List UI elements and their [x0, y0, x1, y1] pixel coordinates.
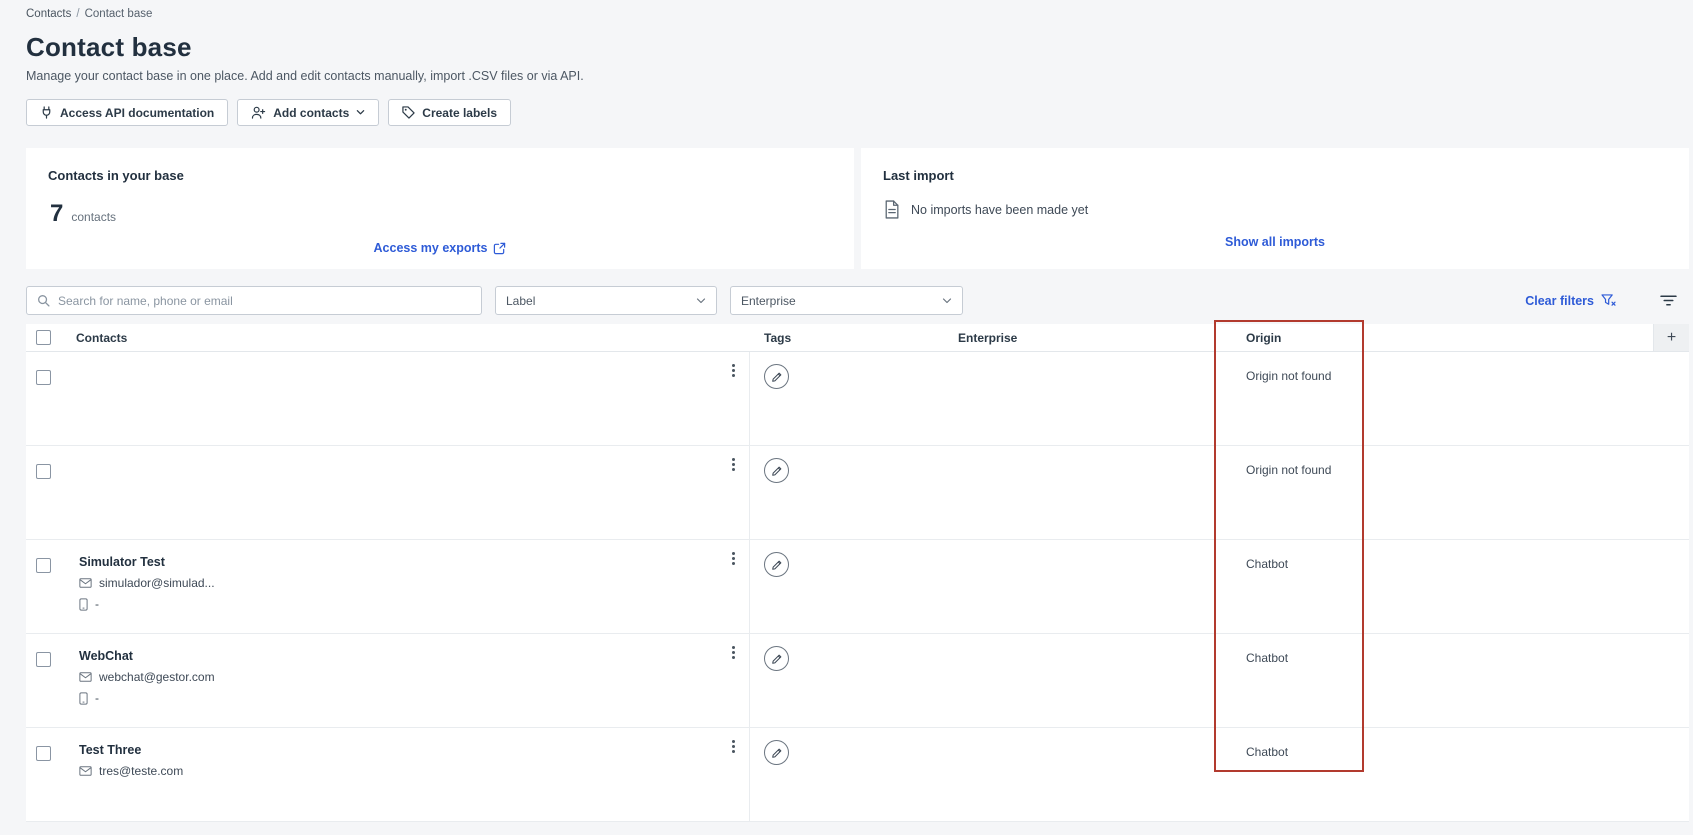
contact-base-page: Contacts / Contact base Contact base Man…: [0, 0, 1693, 822]
search-input[interactable]: [58, 293, 471, 308]
chevron-down-icon: [356, 108, 365, 117]
api-plug-icon: [40, 106, 53, 119]
contact-name: Test Three: [79, 743, 142, 757]
add-contact-icon: [251, 106, 266, 119]
row-menu-button[interactable]: [728, 642, 739, 663]
row-menu-button[interactable]: [728, 736, 739, 757]
contact-phone: -: [95, 691, 99, 705]
table-row: Test Three tres@teste.com Chatbot: [26, 728, 1689, 822]
enterprise-filter-select[interactable]: Enterprise: [730, 286, 963, 315]
contact-name: WebChat: [79, 649, 133, 663]
clear-filter-funnel-icon: [1601, 294, 1616, 307]
access-api-documentation-button[interactable]: Access API documentation: [26, 99, 229, 126]
breadcrumb-contact-base: Contact base: [84, 8, 153, 20]
column-header-enterprise: Enterprise: [958, 330, 1018, 345]
create-labels-button[interactable]: Create labels: [388, 99, 511, 126]
pencil-icon: [771, 560, 781, 570]
page-subtitle: Manage your contact base in one place. A…: [26, 69, 584, 83]
contact-phone: -: [95, 597, 99, 611]
row-checkbox[interactable]: [36, 464, 51, 479]
add-contacts-button[interactable]: Add contacts: [237, 99, 380, 126]
breadcrumb-contacts[interactable]: Contacts: [26, 8, 71, 20]
toolbar: Access API documentation Add contacts Cr…: [26, 99, 1689, 126]
row-checkbox[interactable]: [36, 558, 51, 573]
contact-email: tres@teste.com: [99, 764, 184, 778]
filter-bar: Label Enterprise Clear filters: [26, 286, 1689, 315]
filter-list-icon: [1660, 295, 1677, 306]
email-icon: [79, 766, 92, 776]
phone-icon: [79, 597, 88, 611]
phone-icon: [79, 691, 88, 705]
no-imports-message: No imports have been made yet: [911, 202, 1089, 217]
pencil-icon: [771, 748, 781, 758]
contacts-count-unit: contacts: [71, 210, 117, 224]
row-menu-button[interactable]: [728, 548, 739, 569]
contact-name: Simulator Test: [79, 555, 165, 569]
origin-cell: Origin not found: [1246, 463, 1332, 477]
document-icon: [883, 200, 900, 219]
table-row: Simulator Test simulador@simulad... - Ch…: [26, 540, 1689, 634]
origin-cell: Chatbot: [1246, 745, 1289, 759]
table-header-row: Contacts Tags Enterprise Origin +: [26, 324, 1689, 352]
row-menu-button[interactable]: [728, 360, 739, 381]
page-title: Contact base: [26, 32, 192, 62]
email-icon: [79, 672, 92, 682]
pencil-icon: [771, 466, 781, 476]
edit-tags-button[interactable]: [764, 552, 789, 577]
column-header-tags: Tags: [764, 330, 792, 345]
show-all-imports-link[interactable]: Show all imports: [883, 235, 1667, 249]
origin-cell: Chatbot: [1246, 557, 1289, 571]
contacts-in-base-card: Contacts in your base 7 contacts Access …: [26, 148, 854, 269]
contact-email: simulador@simulad...: [99, 576, 215, 590]
row-menu-button[interactable]: [728, 454, 739, 475]
chevron-down-icon: [942, 296, 952, 306]
column-header-contacts: Contacts: [76, 330, 128, 345]
edit-tags-button[interactable]: [764, 740, 789, 765]
origin-cell: Chatbot: [1246, 651, 1289, 665]
row-checkbox[interactable]: [36, 652, 51, 667]
table-row: WebChat webchat@gestor.com - Chatbot: [26, 634, 1689, 728]
search-box: [26, 286, 482, 315]
contacts-count: 7: [50, 200, 64, 227]
chevron-down-icon: [696, 296, 706, 306]
table-row: Origin not found: [26, 352, 1689, 446]
column-header-origin: Origin: [1246, 330, 1282, 345]
filter-list-button[interactable]: [1660, 294, 1677, 307]
edit-tags-button[interactable]: [764, 646, 789, 671]
row-checkbox[interactable]: [36, 370, 51, 385]
clear-filters-button[interactable]: Clear filters: [1525, 294, 1616, 308]
breadcrumb: Contacts / Contact base: [26, 8, 1689, 20]
table-row: Origin not found: [26, 446, 1689, 540]
select-all-checkbox[interactable]: [36, 330, 51, 345]
origin-cell: Origin not found: [1246, 369, 1332, 383]
tag-icon: [402, 106, 415, 119]
label-filter-select[interactable]: Label: [495, 286, 717, 315]
export-icon: [493, 242, 506, 255]
contact-email: webchat@gestor.com: [99, 670, 215, 684]
last-import-title: Last import: [883, 168, 954, 183]
last-import-card: Last import No imports have been made ye…: [861, 148, 1689, 269]
contacts-card-title: Contacts in your base: [48, 168, 184, 183]
search-icon: [37, 294, 50, 307]
edit-tags-button[interactable]: [764, 364, 789, 389]
breadcrumb-separator: /: [76, 8, 80, 20]
summary-cards: Contacts in your base 7 contacts Access …: [26, 148, 1689, 269]
add-column-button[interactable]: +: [1653, 324, 1689, 351]
email-icon: [79, 578, 92, 588]
pencil-icon: [771, 372, 781, 382]
access-my-exports-link[interactable]: Access my exports: [48, 241, 832, 255]
row-checkbox[interactable]: [36, 746, 51, 761]
contacts-table: Contacts Tags Enterprise Origin + Origin…: [26, 320, 1689, 822]
pencil-icon: [771, 654, 781, 664]
edit-tags-button[interactable]: [764, 458, 789, 483]
